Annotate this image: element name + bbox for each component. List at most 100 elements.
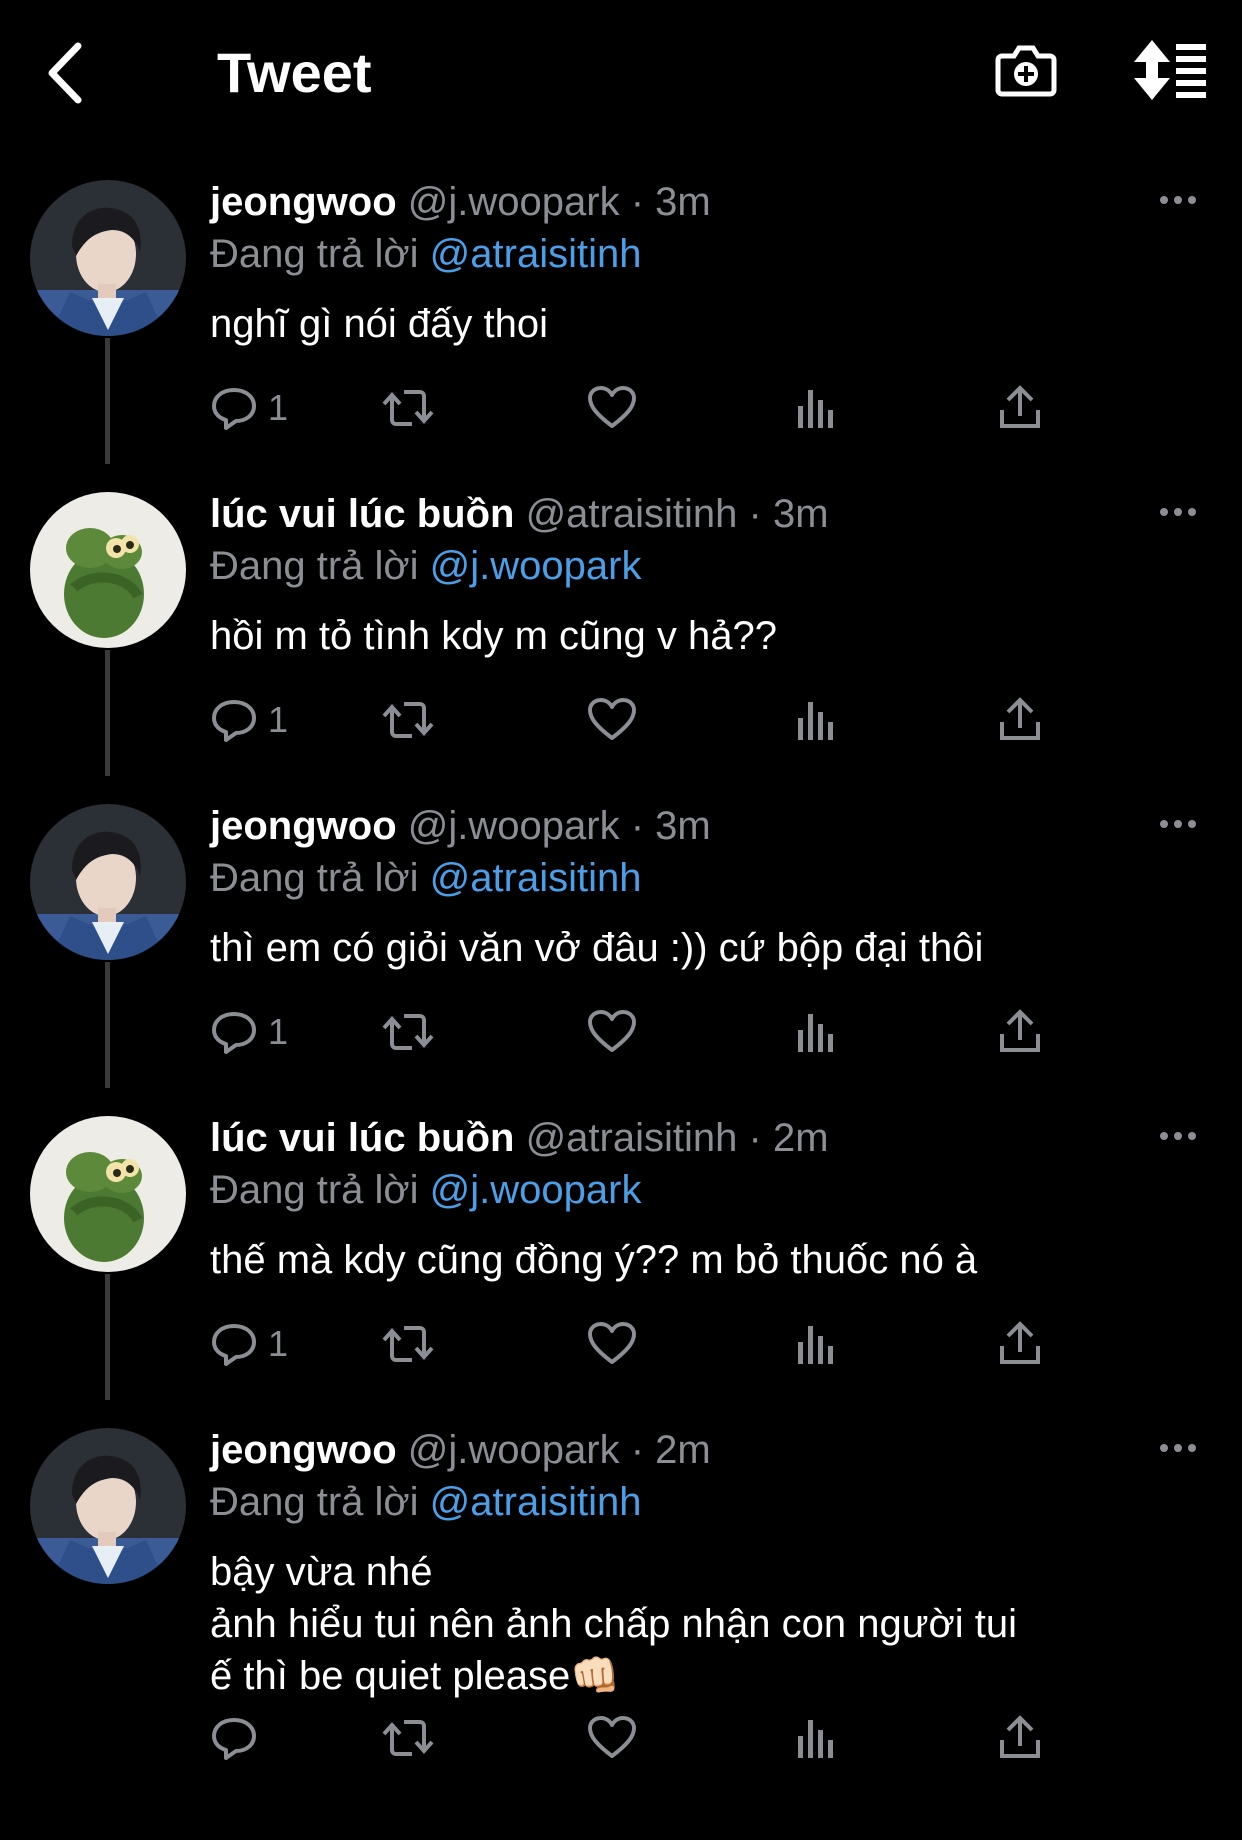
display-name[interactable]: lúc vui lúc buồn	[210, 492, 514, 536]
user-handle[interactable]: @atraisitinh	[526, 492, 738, 536]
more-options-icon[interactable]	[1158, 1438, 1198, 1458]
share-button[interactable]	[996, 1710, 1044, 1766]
reply-prefix: Đang trả lời	[210, 1480, 419, 1524]
tweet[interactable]: jeongwoo @j.woopark · 3m Đang trả lời @a…	[0, 774, 1242, 1088]
analytics-button[interactable]	[794, 1316, 838, 1372]
top-bar: Tweet	[0, 0, 1242, 150]
avatar-image	[30, 492, 186, 648]
retweet-button[interactable]	[380, 380, 436, 436]
camera-add-icon[interactable]	[994, 38, 1058, 102]
like-button[interactable]	[586, 380, 638, 436]
avatar[interactable]	[30, 1428, 186, 1584]
share-button[interactable]	[996, 380, 1044, 436]
tweet-text: thế mà kdy cũng đồng ý?? m bỏ thuốc nó à	[210, 1238, 978, 1282]
share-button[interactable]	[996, 692, 1044, 748]
user-handle[interactable]: @j.woopark	[408, 1428, 620, 1472]
avatar[interactable]	[30, 180, 186, 336]
reply-button[interactable]: 1	[210, 380, 288, 436]
separator-dot: ·	[748, 492, 762, 536]
avatar-image	[30, 1428, 186, 1584]
share-button[interactable]	[996, 1316, 1044, 1372]
separator-dot: ·	[748, 1116, 762, 1160]
tweet[interactable]: jeongwoo @j.woopark · 2m Đang trả lời @a…	[0, 1398, 1242, 1788]
separator-dot: ·	[630, 180, 645, 224]
analytics-icon	[798, 1014, 833, 1052]
reply-mention[interactable]: @j.woopark	[430, 1168, 642, 1212]
retweet-icon	[382, 1326, 434, 1362]
like-button[interactable]	[586, 692, 638, 748]
reply-button[interactable]: 1	[210, 692, 288, 748]
user-handle[interactable]: @j.woopark	[408, 804, 620, 848]
retweet-button[interactable]	[380, 1004, 436, 1060]
tweet-actions: 1	[210, 380, 1110, 440]
display-name[interactable]: lúc vui lúc buồn	[210, 1116, 514, 1160]
tweet[interactable]: jeongwoo @j.woopark · 3m Đang trả lời @a…	[0, 150, 1242, 464]
analytics-button[interactable]	[794, 380, 838, 436]
chevron-left-icon[interactable]	[40, 38, 100, 108]
tweet-text: nghĩ gì nói đấy thoi	[210, 302, 549, 346]
share-icon	[1000, 697, 1040, 740]
retweet-button[interactable]	[380, 1316, 436, 1372]
retweet-button[interactable]	[380, 1710, 436, 1766]
reply-icon	[212, 1324, 256, 1366]
replying-to: Đang trả lời @atraisitinh	[210, 232, 641, 277]
avatar[interactable]	[30, 804, 186, 960]
like-button[interactable]	[586, 1710, 638, 1766]
like-button[interactable]	[586, 1004, 638, 1060]
reply-mention[interactable]: @atraisitinh	[430, 232, 642, 276]
share-icon	[1000, 1009, 1040, 1052]
replying-to: Đang trả lời @atraisitinh	[210, 1480, 641, 1525]
reply-mention[interactable]: @atraisitinh	[430, 1480, 642, 1524]
tweet-text: thì em có giỏi văn vở đâu :)) cứ bộp đại…	[210, 926, 984, 970]
more-options-icon[interactable]	[1158, 1126, 1198, 1146]
tweet-actions: 1	[210, 1316, 1110, 1376]
user-handle[interactable]: @atraisitinh	[526, 1116, 738, 1160]
reply-mention[interactable]: @j.woopark	[430, 544, 642, 588]
tweet-header: lúc vui lúc buồn @atraisitinh · 2m	[210, 1116, 829, 1161]
user-handle[interactable]: @j.woopark	[408, 180, 620, 224]
analytics-button[interactable]	[794, 1004, 838, 1060]
timestamp: 3m	[655, 180, 711, 224]
timestamp: 2m	[655, 1428, 711, 1472]
avatar[interactable]	[30, 492, 186, 648]
replying-to: Đang trả lời @j.woopark	[210, 1168, 641, 1213]
retweet-icon	[382, 1720, 434, 1756]
more-options-icon[interactable]	[1158, 190, 1198, 210]
reply-button[interactable]	[210, 1710, 268, 1766]
reply-button[interactable]: 1	[210, 1316, 288, 1372]
share-button[interactable]	[996, 1004, 1044, 1060]
reply-mention[interactable]: @atraisitinh	[430, 856, 642, 900]
heart-icon	[588, 1716, 636, 1758]
timestamp: 2m	[772, 1116, 829, 1160]
reply-prefix: Đang trả lời	[210, 544, 419, 588]
more-options-icon[interactable]	[1158, 502, 1198, 522]
analytics-button[interactable]	[794, 692, 838, 748]
tweet-header: jeongwoo @j.woopark · 3m	[210, 804, 711, 849]
like-button[interactable]	[586, 1316, 638, 1372]
reply-prefix: Đang trả lời	[210, 1168, 419, 1212]
avatar[interactable]	[30, 1116, 186, 1272]
reply-count: 1	[268, 387, 289, 428]
thread-connector	[105, 1274, 110, 1400]
avatar-image	[30, 180, 186, 336]
display-name[interactable]: jeongwoo	[210, 804, 397, 848]
thread-connector	[105, 962, 110, 1088]
tweet-text: bậy vừa nhé ảnh hiểu tui nên ảnh chấp nh…	[210, 1550, 1017, 1698]
more-options-icon[interactable]	[1158, 814, 1198, 834]
tweet[interactable]: lúc vui lúc buồn @atraisitinh · 3m Đang …	[0, 462, 1242, 776]
heart-icon	[588, 1322, 636, 1364]
avatar-image	[30, 804, 186, 960]
analytics-icon	[798, 1720, 833, 1758]
tweet[interactable]: lúc vui lúc buồn @atraisitinh · 2m Đang …	[0, 1086, 1242, 1400]
display-name[interactable]: jeongwoo	[210, 180, 397, 224]
heart-icon	[588, 386, 636, 428]
sort-list-icon[interactable]	[1132, 38, 1210, 102]
display-name[interactable]: jeongwoo	[210, 1428, 397, 1472]
tweet-header: jeongwoo @j.woopark · 2m	[210, 1428, 711, 1473]
reply-count: 1	[268, 1011, 289, 1052]
reply-button[interactable]: 1	[210, 1004, 288, 1060]
analytics-button[interactable]	[794, 1710, 838, 1766]
retweet-button[interactable]	[380, 692, 436, 748]
analytics-icon	[798, 390, 833, 428]
thread-connector	[105, 338, 110, 464]
